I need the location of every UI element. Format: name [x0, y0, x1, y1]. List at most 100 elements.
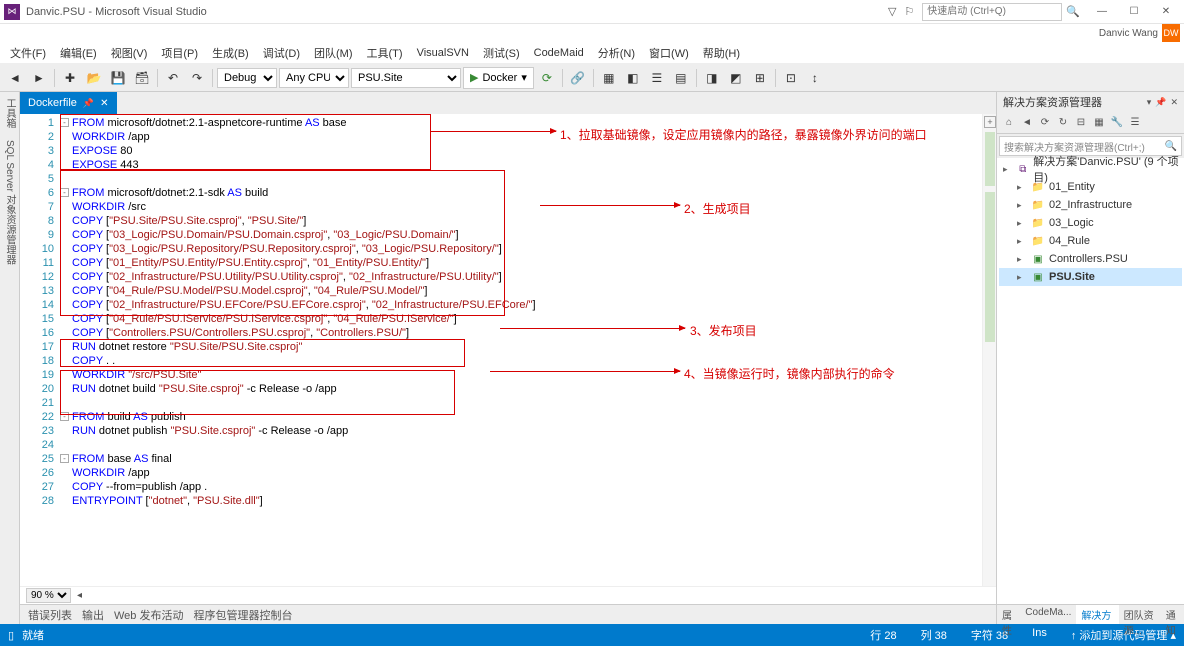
code-line[interactable]: RUN dotnet publish "PSU.Site.csproj" -c …: [60, 424, 982, 438]
close-button[interactable]: ✕: [1152, 2, 1180, 22]
start-debug-button[interactable]: ▶Docker▾: [463, 67, 534, 89]
menu-item[interactable]: 窗口(W): [643, 43, 695, 63]
menu-item[interactable]: 帮助(H): [697, 43, 746, 63]
fold-icon[interactable]: -: [60, 454, 69, 463]
preview-icon[interactable]: ☰: [1127, 115, 1143, 131]
tool-btn-5[interactable]: ◨: [701, 67, 723, 89]
right-panel-tab[interactable]: CodeMa...: [1020, 605, 1076, 624]
tool-btn-4[interactable]: ▤: [670, 67, 692, 89]
menu-item[interactable]: 编辑(E): [54, 43, 103, 63]
code-line[interactable]: WORKDIR /app: [60, 130, 982, 144]
minimize-button[interactable]: —: [1088, 2, 1116, 22]
code-line[interactable]: COPY ["PSU.Site/PSU.Site.csproj", "PSU.S…: [60, 214, 982, 228]
tool-btn-2[interactable]: ◧: [622, 67, 644, 89]
code-line[interactable]: -FROM build AS publish: [60, 410, 982, 424]
menu-item[interactable]: 文件(F): [4, 43, 52, 63]
tool-btn-3[interactable]: ☰: [646, 67, 668, 89]
user-avatar[interactable]: DW: [1162, 24, 1180, 42]
code-content[interactable]: -FROM microsoft/dotnet:2.1-aspnetcore-ru…: [60, 114, 982, 586]
code-line[interactable]: [60, 438, 982, 452]
maximize-button[interactable]: ☐: [1120, 2, 1148, 22]
menu-item[interactable]: 工具(T): [361, 43, 409, 63]
panel-menu-icon[interactable]: ▾: [1147, 97, 1152, 108]
right-panel-tab[interactable]: 属性: [997, 605, 1020, 624]
pin-icon[interactable]: 📌: [83, 98, 94, 109]
menu-item[interactable]: 视图(V): [105, 43, 154, 63]
tool-btn-8[interactable]: ⊡: [780, 67, 802, 89]
collapse-icon[interactable]: ⊟: [1073, 115, 1089, 131]
code-line[interactable]: COPY ["Controllers.PSU/Controllers.PSU.c…: [60, 326, 982, 340]
solution-node[interactable]: ▸⧉解决方案'Danvic.PSU' (9 个项目): [999, 160, 1182, 178]
code-line[interactable]: COPY ["03_Logic/PSU.Domain/PSU.Domain.cs…: [60, 228, 982, 242]
refresh-icon[interactable]: ↻: [1055, 115, 1071, 131]
platform-combo[interactable]: Any CPU: [279, 68, 349, 88]
code-line[interactable]: RUN dotnet build "PSU.Site.csproj" -c Re…: [60, 382, 982, 396]
open-button[interactable]: 📂: [83, 67, 105, 89]
tool-btn-9[interactable]: ↕: [804, 67, 826, 89]
code-line[interactable]: COPY . .: [60, 354, 982, 368]
right-panel-tab[interactable]: 团队资源...: [1119, 605, 1161, 624]
fold-icon[interactable]: -: [60, 188, 69, 197]
flag-icon[interactable]: ⚐: [904, 5, 914, 18]
tree-node[interactable]: ▸📁02_Infrastructure: [999, 196, 1182, 214]
code-line[interactable]: COPY ["04_Rule/PSU.IService/PSU.IService…: [60, 312, 982, 326]
code-line[interactable]: EXPOSE 80: [60, 144, 982, 158]
refresh-button[interactable]: ⟳: [536, 67, 558, 89]
code-line[interactable]: WORKDIR /app: [60, 466, 982, 480]
tool-btn-6[interactable]: ◩: [725, 67, 747, 89]
code-line[interactable]: EXPOSE 443: [60, 158, 982, 172]
code-line[interactable]: COPY --from=publish /app .: [60, 480, 982, 494]
save-button[interactable]: 💾: [107, 67, 129, 89]
menu-item[interactable]: 分析(N): [592, 43, 641, 63]
menu-item[interactable]: 测试(S): [477, 43, 526, 63]
code-line[interactable]: [60, 172, 982, 186]
code-line[interactable]: WORKDIR /src: [60, 200, 982, 214]
code-line[interactable]: RUN dotnet restore "PSU.Site/PSU.Site.cs…: [60, 340, 982, 354]
code-line[interactable]: COPY ["02_Infrastructure/PSU.EFCore/PSU.…: [60, 298, 982, 312]
browser-link-button[interactable]: 🔗: [567, 67, 589, 89]
se-back-icon[interactable]: ◄: [1019, 115, 1035, 131]
home-icon[interactable]: ⌂: [1001, 115, 1017, 131]
split-button[interactable]: +: [984, 116, 996, 128]
redo-button[interactable]: ↷: [186, 67, 208, 89]
startup-combo[interactable]: PSU.Site: [351, 68, 461, 88]
quick-launch-input[interactable]: [922, 3, 1062, 21]
right-panel-tab[interactable]: 解决方案...: [1076, 605, 1118, 624]
dockerfile-tab[interactable]: Dockerfile 📌 ✕: [20, 92, 117, 114]
code-line[interactable]: COPY ["03_Logic/PSU.Repository/PSU.Repos…: [60, 242, 982, 256]
nav-fwd-button[interactable]: ►: [28, 67, 50, 89]
zoom-combo[interactable]: 90 %: [26, 588, 71, 603]
menu-item[interactable]: 生成(B): [206, 43, 255, 63]
bottom-tab[interactable]: Web 发布活动: [114, 607, 183, 623]
fold-icon[interactable]: -: [60, 118, 69, 127]
menu-item[interactable]: 项目(P): [155, 43, 204, 63]
bottom-tab[interactable]: 错误列表: [28, 607, 72, 623]
code-line[interactable]: -FROM base AS final: [60, 452, 982, 466]
tool-btn-7[interactable]: ⊞: [749, 67, 771, 89]
panel-close-icon[interactable]: ✕: [1170, 97, 1178, 108]
tab-close-icon[interactable]: ✕: [100, 98, 108, 109]
tree-node[interactable]: ▸📁03_Logic: [999, 214, 1182, 232]
new-project-button[interactable]: ✚: [59, 67, 81, 89]
save-all-button[interactable]: 🗃: [131, 67, 153, 89]
search-icon[interactable]: 🔍: [1066, 5, 1080, 18]
hscroll-left[interactable]: ◂: [77, 590, 82, 601]
menu-item[interactable]: VisualSVN: [411, 45, 475, 61]
sync-icon[interactable]: ⟳: [1037, 115, 1053, 131]
code-line[interactable]: ENTRYPOINT ["dotnet", "PSU.Site.dll"]: [60, 494, 982, 508]
scrollbar-minimap[interactable]: +: [982, 114, 996, 586]
right-panel-tab[interactable]: 通知: [1161, 605, 1184, 624]
show-all-icon[interactable]: ▦: [1091, 115, 1107, 131]
tool-btn-1[interactable]: ▦: [598, 67, 620, 89]
menu-item[interactable]: CodeMaid: [528, 45, 590, 61]
tree-node[interactable]: ▸▣PSU.Site: [999, 268, 1182, 286]
undo-button[interactable]: ↶: [162, 67, 184, 89]
solution-tree[interactable]: ▸⧉解决方案'Danvic.PSU' (9 个项目)▸📁01_Entity▸📁0…: [997, 158, 1184, 604]
code-line[interactable]: -FROM microsoft/dotnet:2.1-sdk AS build: [60, 186, 982, 200]
menu-item[interactable]: 调试(D): [257, 43, 306, 63]
code-line[interactable]: WORKDIR "/src/PSU.Site": [60, 368, 982, 382]
code-line[interactable]: -FROM microsoft/dotnet:2.1-aspnetcore-ru…: [60, 116, 982, 130]
fold-icon[interactable]: -: [60, 412, 69, 421]
user-name[interactable]: Danvic Wang: [1099, 28, 1158, 39]
code-editor[interactable]: 1234567891011121314151617181920212223242…: [20, 114, 996, 586]
